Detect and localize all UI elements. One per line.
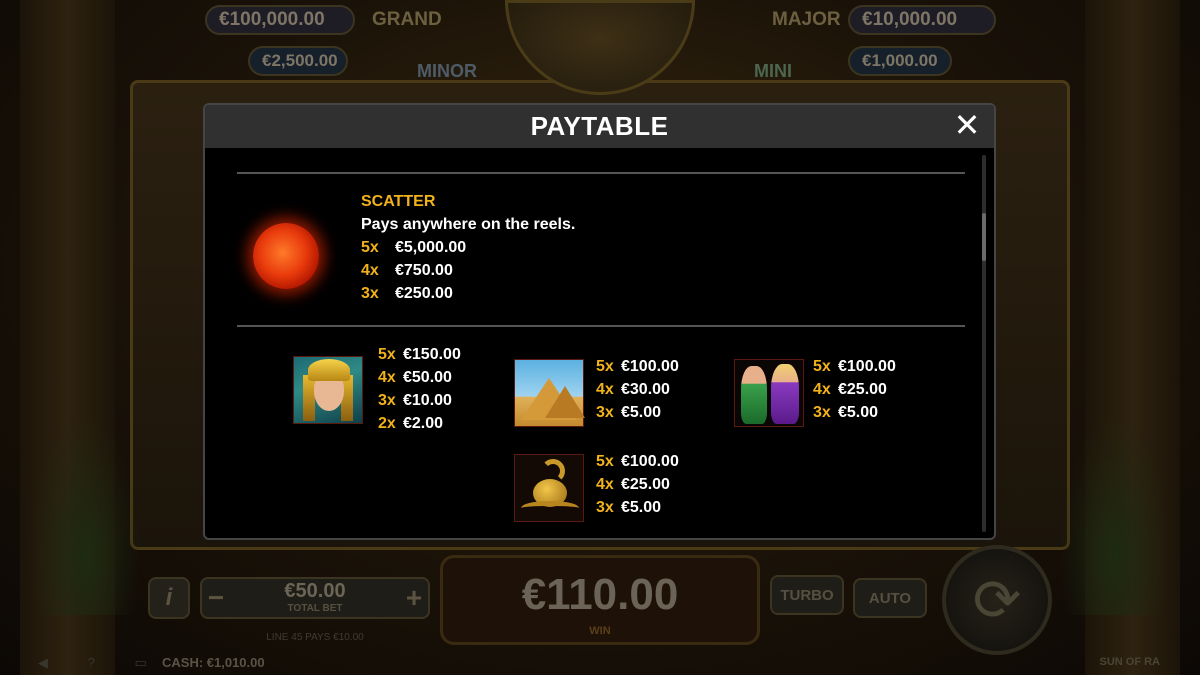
total-bet-label: TOTAL BET [287, 603, 343, 614]
multiplier: 4x [378, 369, 396, 386]
symbol-pay-row: 3x €5.00 [596, 499, 661, 517]
paytable-header: PAYTABLE ✕ [205, 105, 994, 148]
bet-decrease-button[interactable]: − [204, 580, 228, 616]
multiplier: 3x [361, 285, 379, 302]
major-jackpot-value: €10,000.00 [848, 5, 996, 35]
mini-jackpot-value: €1,000.00 [848, 46, 952, 76]
pay-amount: €150.00 [403, 346, 461, 363]
dancers-icon [734, 359, 804, 427]
left-plant [30, 415, 140, 615]
scatter-description: Pays anywhere on the reels. [361, 216, 576, 233]
multiplier: 3x [378, 392, 396, 409]
scatter-title: SCATTER [361, 193, 436, 210]
pyramids-icon [514, 359, 585, 427]
auto-button[interactable]: AUTO [853, 578, 927, 618]
pay-amount: €25.00 [621, 476, 670, 493]
symbol-pay-row: 2x €2.00 [378, 415, 443, 433]
paytable-modal: PAYTABLE ✕ SCATTER Pays anywhere on the … [203, 103, 996, 540]
win-label: WIN [589, 625, 611, 637]
spin-icon: ⟳ [972, 568, 1022, 633]
scorpion-icon [514, 454, 584, 522]
symbol-pay-row: 5x €100.00 [813, 358, 896, 376]
cash-balance: CASH: €1,010.00 [162, 655, 265, 670]
pay-amount: €100.00 [621, 358, 679, 375]
pay-amount: €10.00 [403, 392, 452, 409]
major-jackpot-label: MAJOR [772, 9, 841, 30]
symbol-pay-row: 5x €150.00 [378, 346, 461, 364]
game-title: SUN OF RA [1099, 656, 1161, 668]
pay-amount: €750.00 [395, 262, 453, 279]
mini-jackpot-label: MINI [754, 60, 792, 81]
pay-amount: €100.00 [838, 358, 896, 375]
pay-amount: €5.00 [621, 404, 662, 421]
pay-amount: €100.00 [621, 453, 679, 470]
multiplier: 4x [813, 381, 831, 398]
pay-amount: €5,000.00 [395, 239, 467, 256]
win-value: €110.00 [521, 570, 679, 619]
pay-amount: €5.00 [838, 404, 879, 421]
divider [237, 172, 965, 174]
symbol-pay-row: 3x €5.00 [813, 404, 878, 422]
turbo-button[interactable]: TURBO [770, 575, 844, 615]
multiplier: 5x [361, 239, 379, 256]
scrollbar-thumb[interactable] [982, 213, 986, 261]
pay-amount: €2.00 [403, 415, 444, 432]
multiplier: 5x [813, 358, 831, 375]
pay-amount: €5.00 [621, 499, 662, 516]
utility-icons[interactable]: ◀ ? ▭ [38, 655, 165, 671]
multiplier: 3x [813, 404, 831, 421]
multiplier: 5x [596, 358, 614, 375]
multiplier: 4x [596, 381, 614, 398]
scatter-pay-row: 3x €250.00 [361, 285, 453, 303]
scrollbar-track[interactable] [982, 155, 986, 532]
symbol-pay-row: 4x €25.00 [813, 381, 887, 399]
multiplier: 2x [378, 415, 396, 432]
scatter-pay-row: 5x €5,000.00 [361, 239, 466, 257]
multiplier: 3x [596, 404, 614, 421]
paytable-title: PAYTABLE [530, 111, 669, 141]
pay-amount: €25.00 [838, 381, 887, 398]
total-bet-value: €50.00 [284, 580, 346, 602]
symbol-pay-row: 4x €30.00 [596, 381, 670, 399]
multiplier: 5x [378, 346, 396, 363]
grand-jackpot-label: GRAND [372, 9, 442, 30]
symbol-pay-row: 5x €100.00 [596, 453, 679, 471]
spin-button[interactable]: ⟳ [942, 545, 1052, 655]
multiplier: 5x [596, 453, 614, 470]
symbol-pay-row: 3x €10.00 [378, 392, 452, 410]
minor-jackpot-value: €2,500.00 [248, 46, 348, 76]
symbol-pay-row: 4x €50.00 [378, 369, 452, 387]
minor-jackpot-label: MINOR [417, 60, 477, 81]
symbol-pay-row: 3x €5.00 [596, 404, 661, 422]
divider [237, 325, 965, 327]
info-button[interactable]: i [148, 577, 190, 619]
multiplier: 4x [596, 476, 614, 493]
pay-amount: €250.00 [395, 285, 453, 302]
bet-increase-button[interactable]: + [402, 580, 426, 616]
multiplier: 3x [596, 499, 614, 516]
grand-jackpot-value: €100,000.00 [205, 5, 355, 35]
pay-amount: €30.00 [621, 381, 670, 398]
symbol-pay-row: 5x €100.00 [596, 358, 679, 376]
multiplier: 4x [361, 262, 379, 279]
sun-scatter-icon [253, 223, 319, 289]
close-icon[interactable]: ✕ [952, 109, 982, 141]
symbol-pay-row: 4x €25.00 [596, 476, 670, 494]
pay-amount: €50.00 [403, 369, 452, 386]
scatter-pay-row: 4x €750.00 [361, 262, 453, 280]
pharaoh-queen-icon [293, 356, 363, 424]
line-pays-text: LINE 45 PAYS €10.00 [266, 632, 364, 643]
right-plant [1060, 415, 1170, 615]
